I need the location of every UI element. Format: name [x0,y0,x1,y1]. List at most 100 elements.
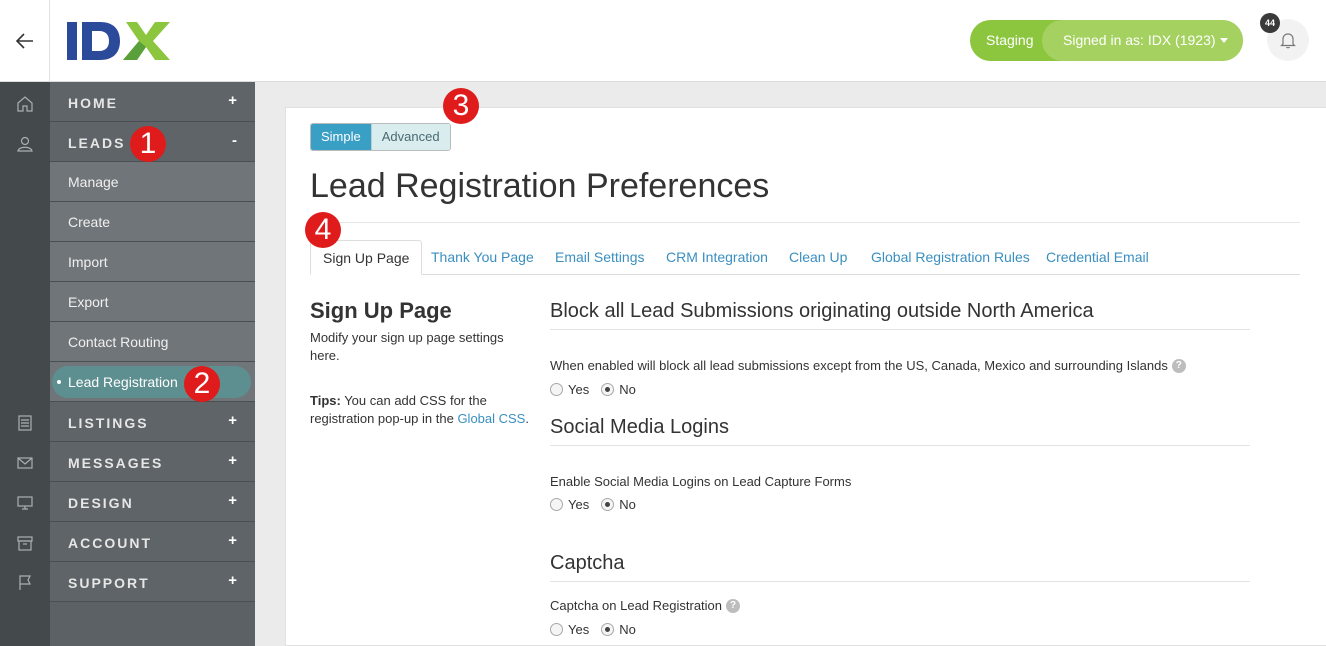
user-icon[interactable] [15,134,35,154]
section-label: DESIGN [68,495,134,511]
setting-title: Social Media Logins [550,416,729,438]
section-label: MESSAGES [68,455,164,471]
divider [550,329,1250,330]
help-icon[interactable]: ? [726,598,741,613]
setting-description-text: Captcha on Lead Registration [550,598,723,613]
no-label: No [619,382,636,397]
yes-radio[interactable] [550,383,563,396]
advanced-mode-button[interactable]: Advanced [370,124,450,150]
divider [550,445,1250,446]
notification-count-badge: 44 [1260,13,1280,33]
help-icon[interactable]: ? [1171,358,1186,373]
icon-rail [0,82,50,646]
annotation-marker-3: 3 [443,88,479,124]
monitor-icon[interactable] [15,493,35,513]
yes-label: Yes [568,622,590,637]
tab-bar: Sign Up Page Thank You Page Email Settin… [310,240,1300,275]
mode-toggle: Simple Advanced [310,123,451,151]
sidebar-item-label: Contact Routing [68,334,169,350]
annotation-marker-4: 4 [305,212,341,248]
yes-radio[interactable] [550,498,563,511]
sidebar-section-listings[interactable]: LISTINGS + [50,402,255,442]
setting-description: When enabled will block all lead submiss… [550,358,1186,373]
sidebar-section-design[interactable]: DESIGN + [50,482,255,522]
caret-down-icon [1219,38,1228,43]
setting-description-text: Enable Social Media Logins on Lead Captu… [550,474,852,489]
section-label: LEADS [68,135,126,151]
sidebar-item-label: Import [68,254,108,270]
tab-global-registration-rules[interactable]: Global Registration Rules [871,240,1030,275]
sidebar-section-account[interactable]: ACCOUNT + [50,522,255,562]
collapse-icon: - [232,132,237,149]
yes-label: Yes [568,497,590,512]
tab-clean-up[interactable]: Clean Up [789,240,847,275]
sidebar-item-export[interactable]: Export [50,282,255,322]
sidebar-item-label: Create [68,214,111,230]
section-label: SUPPORT [68,575,150,591]
yes-radio[interactable] [550,623,563,636]
sidebar-section-home[interactable]: HOME + [50,82,255,122]
sidebar-item-lead-registration-row: Lead Registration [50,362,255,402]
expand-icon: + [228,452,237,469]
tab-thank-you-page[interactable]: Thank You Page [431,240,534,275]
top-bar: Staging Signed in as: IDX (1923) 44 [0,0,1326,82]
sidebar-item-manage[interactable]: Manage [50,162,255,202]
tab-crm-integration[interactable]: CRM Integration [666,240,768,275]
setting-description: Captcha on Lead Registration? [550,598,741,613]
section-label: HOME [68,95,118,111]
active-dot [57,380,61,384]
sidebar-item-contact-routing[interactable]: Contact Routing [50,322,255,362]
arrow-left-icon [15,33,33,49]
account-menu[interactable]: Signed in as: IDX (1923) [1042,20,1243,61]
expand-icon: + [228,92,237,109]
yes-label: Yes [568,382,590,397]
sidebar-item-label: Manage [68,174,119,190]
environment-switcher[interactable]: Staging Signed in as: IDX (1923) [970,20,1243,61]
radio-group: Yes No [550,382,648,397]
setting-title: Captcha [550,552,625,574]
setting-title: Block all Lead Submissions originating o… [550,300,1094,322]
expand-icon: + [228,572,237,589]
sidebar-section-messages[interactable]: MESSAGES + [50,442,255,482]
listings-icon[interactable] [15,413,35,433]
sidebar-item-label: Export [68,294,109,310]
signed-in-label: Signed in as: IDX (1923) [1063,32,1216,48]
sidebar-section-support[interactable]: SUPPORT + [50,562,255,602]
tips-text: Tips: You can add CSS for the registrati… [310,392,535,428]
sidebar-item-import[interactable]: Import [50,242,255,282]
sidebar-item-lead-registration[interactable]: Lead Registration [52,366,251,398]
divider [310,222,1300,223]
section-heading: Sign Up Page [310,298,452,323]
tips-label: Tips: [310,393,341,408]
home-icon[interactable] [15,94,35,114]
tips-end: . [525,411,529,426]
no-radio[interactable] [601,623,615,636]
sidebar-item-create[interactable]: Create [50,202,255,242]
setting-description-text: When enabled will block all lead submiss… [550,358,1168,373]
no-label: No [619,622,636,637]
section-label: ACCOUNT [68,535,152,551]
expand-icon: + [228,532,237,549]
no-label: No [619,497,636,512]
no-radio[interactable] [601,383,615,396]
section-description: Modify your sign up page settings here. [310,330,504,363]
archive-icon[interactable] [15,533,35,553]
no-radio[interactable] [601,498,615,511]
staging-label[interactable]: Staging [970,20,1042,61]
setting-description: Enable Social Media Logins on Lead Captu… [550,474,851,489]
flag-icon[interactable] [15,573,35,593]
tab-credential-email[interactable]: Credential Email [1046,240,1149,275]
sidebar-item-label: Lead Registration [68,374,178,390]
expand-icon: + [228,492,237,509]
section-label: LISTINGS [68,415,149,431]
back-button[interactable] [0,0,50,82]
annotation-marker-2: 2 [184,366,220,402]
radio-group: Yes No [550,622,648,637]
idx-logo[interactable] [66,22,172,60]
bell-icon [1280,33,1296,49]
tab-email-settings[interactable]: Email Settings [555,240,644,275]
global-css-link[interactable]: Global CSS [457,411,525,426]
envelope-icon[interactable] [15,453,35,473]
simple-mode-button[interactable]: Simple [311,124,371,150]
annotation-marker-1: 1 [130,126,166,162]
